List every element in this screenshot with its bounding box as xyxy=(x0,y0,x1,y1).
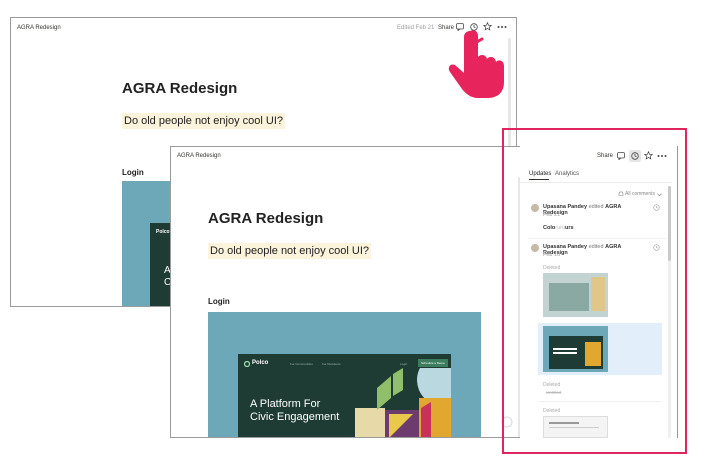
top-bar: AGRA Redesign Edited Feb 21 Share xyxy=(11,18,516,38)
nav-communities[interactable]: For Communities xyxy=(290,362,313,366)
page-title: AGRA Redesign xyxy=(208,210,324,227)
login-embed[interactable]: Polco For Communities For Residents Logi… xyxy=(208,312,481,437)
polco-logo: Polco xyxy=(156,229,170,235)
hero-headline-1: A Platform For xyxy=(250,398,321,410)
polco-logo-icon xyxy=(244,361,250,367)
question-text: Do old people not enjoy cool UI? xyxy=(122,113,285,129)
breadcrumb[interactable]: AGRA Redesign xyxy=(17,25,61,31)
question-text: Do old people not enjoy cool UI? xyxy=(208,243,371,259)
hero-illustration xyxy=(355,368,451,437)
embed-site: Polco For Communities For Residents Logi… xyxy=(238,354,451,437)
edited-timestamp: Edited Feb 21 xyxy=(397,25,435,31)
nav-residents[interactable]: For Residents xyxy=(322,362,341,366)
section-heading: Login xyxy=(122,168,144,177)
login-embed[interactable]: Polco A C xyxy=(122,181,172,306)
section-heading: Login xyxy=(208,297,230,306)
demo-button[interactable]: Schedule a Demo xyxy=(418,359,448,367)
highlight-frame xyxy=(502,128,687,454)
page-title: AGRA Redesign xyxy=(122,80,238,97)
hero-headline-2: Civic Engagement xyxy=(250,411,340,423)
breadcrumb[interactable]: AGRA Redesign xyxy=(177,153,221,159)
polco-logo: Polco xyxy=(252,360,269,366)
embed-site: Polco A C xyxy=(150,223,172,306)
nav-login[interactable]: Login xyxy=(400,362,407,366)
hand-pointer-icon xyxy=(448,30,504,98)
